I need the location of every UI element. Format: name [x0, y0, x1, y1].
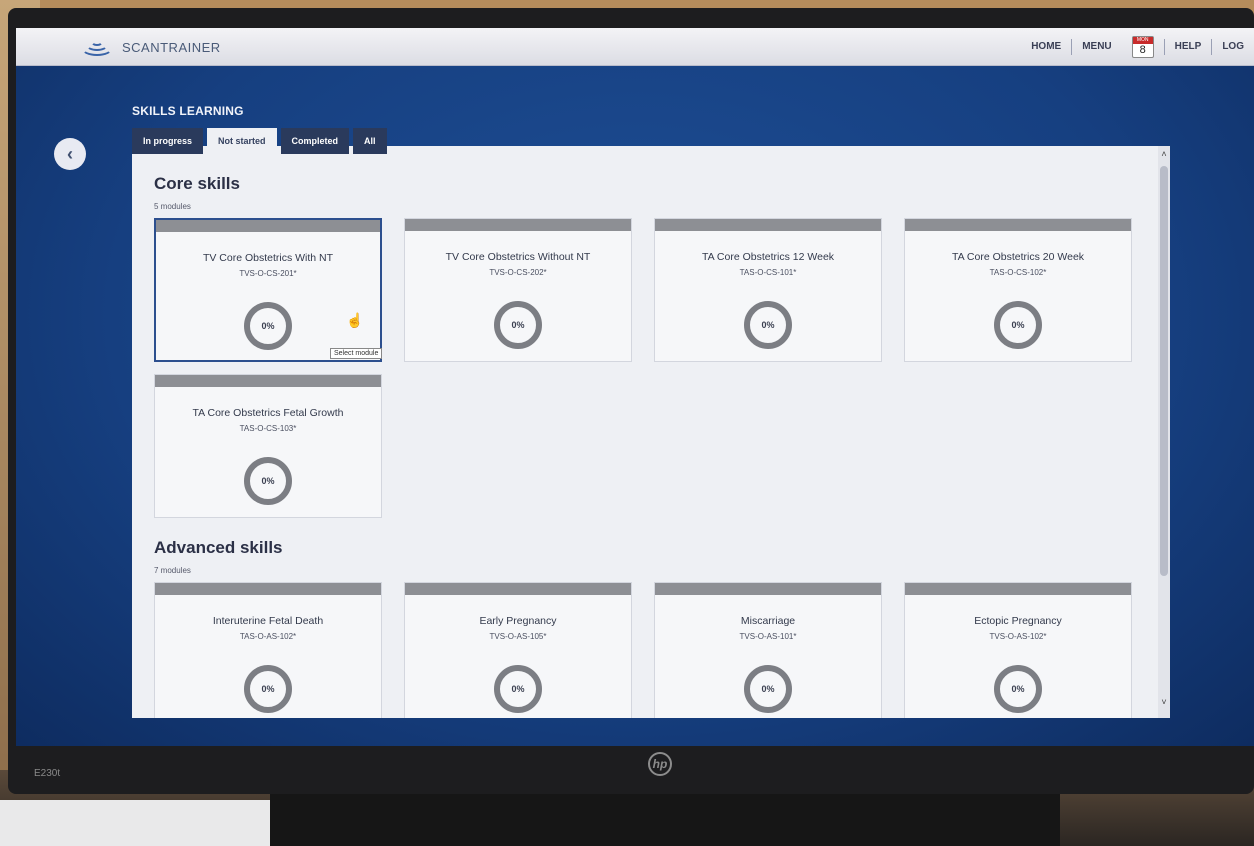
card-header-bar [155, 375, 381, 387]
module-code: TVS-O-CS-202* [489, 268, 547, 277]
tooltip: Select module [330, 348, 383, 359]
progress-ring: 0% [244, 457, 292, 505]
module-code: TVS-O-AS-101* [739, 632, 797, 641]
calendar-icon[interactable]: MON 8 [1131, 36, 1154, 58]
tab-not-started[interactable]: Not started [207, 128, 277, 154]
card-header-bar [905, 583, 1131, 595]
module-card[interactable]: TA Core Obstetrics 12 Week TAS-O-CS-101*… [654, 218, 882, 362]
module-name: Interuterine Fetal Death [212, 615, 324, 627]
module-code: TVS-O-CS-201* [239, 269, 297, 278]
chevron-left-icon: ‹ [67, 143, 73, 164]
calendar-day: 8 [1139, 44, 1146, 56]
card-header-bar [905, 219, 1131, 231]
progress-ring: 0% [744, 301, 792, 349]
module-name: TA Core Obstetrics 12 Week [701, 251, 835, 263]
module-code: TAS-O-CS-101* [739, 268, 797, 277]
chevron-down-icon[interactable]: ˅ [1158, 696, 1170, 708]
card-header-bar [405, 583, 631, 595]
module-card[interactable]: Ectopic Pregnancy TVS-O-AS-102* 0% [904, 582, 1132, 718]
app-logo[interactable]: SCANTRAINER [80, 36, 221, 58]
module-name: Early Pregnancy [479, 615, 557, 627]
module-name: TV Core Obstetrics With NT [202, 252, 334, 264]
card-header-bar [655, 583, 881, 595]
waves-icon [80, 36, 114, 58]
group-count-advanced: 7 modules [154, 566, 191, 575]
panel-scrollbar[interactable]: ˄ ˅ [1158, 146, 1170, 718]
progress-ring: 0% [494, 301, 542, 349]
hp-logo-icon: hp [648, 752, 672, 776]
hand-cursor-icon: ☝ [346, 312, 364, 328]
module-name: TV Core Obstetrics Without NT [445, 251, 591, 263]
module-name: TA Core Obstetrics Fetal Growth [192, 407, 344, 419]
page-title: SKILLS LEARNING [132, 104, 244, 118]
module-card[interactable]: Early Pregnancy TVS-O-AS-105* 0% [404, 582, 632, 718]
nav-home[interactable]: HOME [1021, 39, 1071, 55]
module-card[interactable]: TV Core Obstetrics Without NT TVS-O-CS-2… [404, 218, 632, 362]
progress-ring: 0% [744, 665, 792, 713]
module-card[interactable]: Miscarriage TVS-O-AS-101* 0% [654, 582, 882, 718]
progress-ring: 0% [994, 665, 1042, 713]
app-name: SCANTRAINER [122, 39, 221, 55]
group-count-core: 5 modules [154, 202, 191, 211]
modules-panel: ˄ ˅ Core skills 5 modules TV Core Obstet… [132, 146, 1170, 718]
monitor-model-label: E230t [34, 768, 61, 779]
tab-completed[interactable]: Completed [280, 128, 350, 154]
back-button[interactable]: ‹ [54, 138, 86, 170]
chevron-up-icon[interactable]: ˄ [1158, 148, 1170, 160]
top-bar: SCANTRAINER HOME MENU MON 8 HELP LOG [16, 28, 1254, 66]
module-card[interactable]: Interuterine Fetal Death TAS-O-AS-102* 0… [154, 582, 382, 718]
module-name: Miscarriage [740, 615, 796, 627]
progress-ring: 0% [494, 665, 542, 713]
top-nav: HOME MENU MON 8 HELP LOG [1021, 28, 1254, 66]
module-name: TA Core Obstetrics 20 Week [951, 251, 1085, 263]
tab-in-progress[interactable]: In progress [132, 128, 204, 154]
filter-tabs: In progress Not started Completed All [132, 128, 387, 154]
module-code: TAS-O-CS-103* [239, 424, 297, 433]
card-header-bar [405, 219, 631, 231]
module-code: TVS-O-AS-102* [989, 632, 1047, 641]
card-header-bar [155, 583, 381, 595]
card-header-bar [156, 220, 380, 232]
module-card[interactable]: TV Core Obstetrics With NT TVS-O-CS-201*… [154, 218, 383, 362]
calendar-weekday: MON [1132, 37, 1153, 44]
nav-menu[interactable]: MENU [1071, 39, 1121, 55]
nav-log[interactable]: LOG [1211, 39, 1254, 55]
module-card[interactable]: TA Core Obstetrics 20 Week TAS-O-CS-102*… [904, 218, 1132, 362]
module-code: TAS-O-CS-102* [989, 268, 1047, 277]
monitor-stand [270, 790, 1060, 846]
module-name: Ectopic Pregnancy [974, 615, 1062, 627]
tab-all[interactable]: All [353, 128, 387, 154]
module-code: TVS-O-AS-105* [489, 632, 547, 641]
card-header-bar [655, 219, 881, 231]
progress-ring: 0% [244, 665, 292, 713]
group-title-core: Core skills [154, 174, 240, 193]
progress-ring: 0% [244, 302, 292, 350]
module-card[interactable]: TA Core Obstetrics Fetal Growth TAS-O-CS… [154, 374, 382, 518]
nav-help[interactable]: HELP [1163, 39, 1212, 55]
progress-ring: 0% [994, 301, 1042, 349]
app-screen: SCANTRAINER HOME MENU MON 8 HELP LOG ‹ S… [16, 28, 1254, 746]
group-title-advanced: Advanced skills [154, 538, 283, 557]
scrollbar-thumb[interactable] [1160, 166, 1168, 576]
module-code: TAS-O-AS-102* [239, 632, 297, 641]
